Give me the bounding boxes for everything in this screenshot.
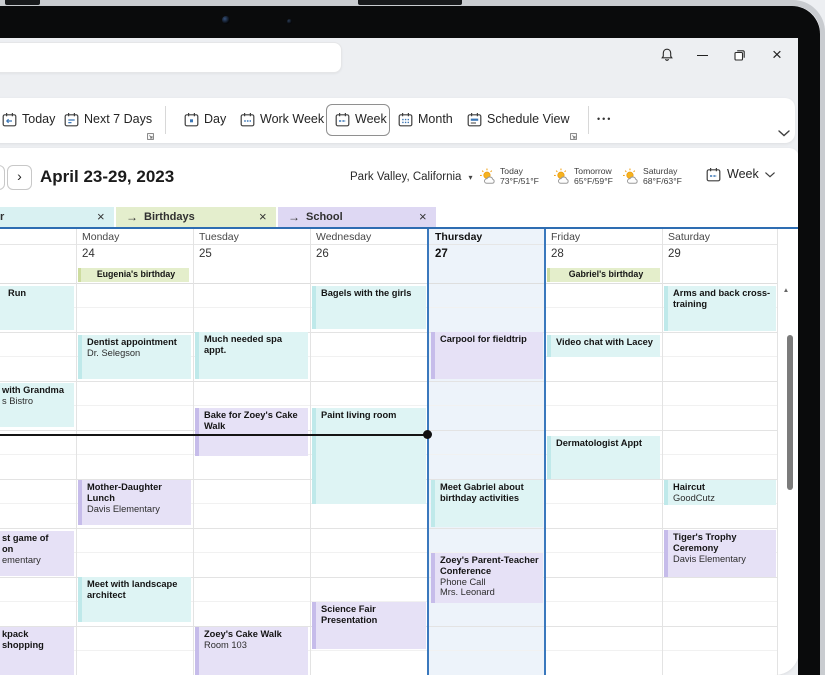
- device-edge-button: [358, 0, 462, 5]
- device-bezel: [0, 6, 820, 675]
- camera-icon: [222, 16, 230, 24]
- device-edge-button: [5, 0, 40, 5]
- screenshot-stage: × Today Next 7 Days Day: [0, 0, 825, 675]
- camera-icon: [287, 19, 292, 24]
